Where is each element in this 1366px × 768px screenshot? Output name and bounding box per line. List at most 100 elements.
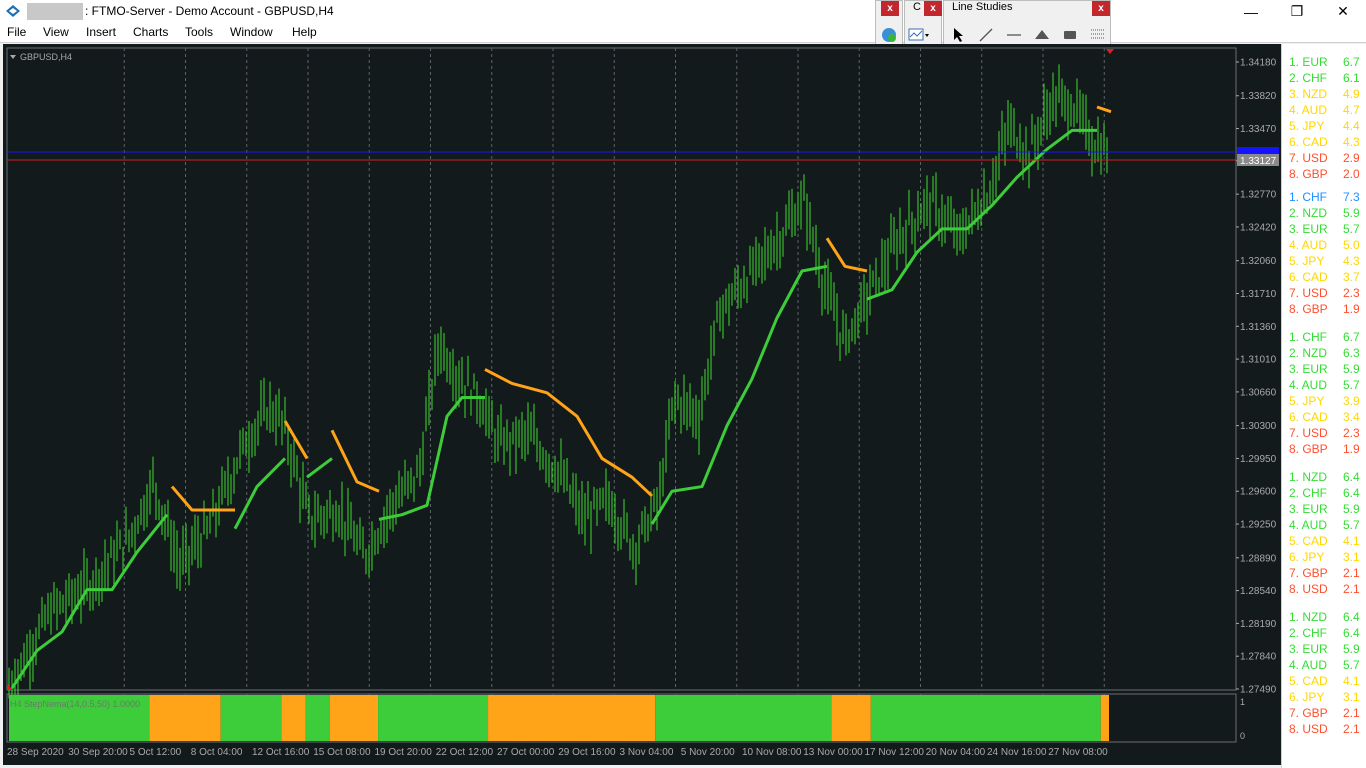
price-axis-label: 1.31360 [1240, 322, 1277, 333]
strength-row: 6. CAD 4.3 [1289, 135, 1360, 149]
strength-row: 1. NZD 6.4 [1289, 470, 1360, 484]
menu-view[interactable]: View [43, 25, 69, 39]
menu-insert[interactable]: Insert [86, 25, 116, 39]
strength-value: 2.1 [1343, 582, 1360, 596]
strength-currency: 1. EUR [1289, 55, 1328, 69]
chart-window[interactable]: 28 Sep 2020 30 Sep 20:00 5 Oct 12:00 8 Oct … [3, 44, 1281, 765]
strength-row: 2. CHF 6.1 [1289, 71, 1360, 85]
indicator-down-block [1100, 695, 1109, 741]
strength-row: 8. USD 2.1 [1289, 722, 1360, 736]
strength-currency: 6. CAD [1289, 270, 1328, 284]
fibonacci-icon[interactable] [1087, 25, 1109, 45]
metatrader-app-icon [6, 5, 20, 17]
toolbar-close-icon[interactable]: x [924, 1, 942, 16]
strength-currency: 3. NZD [1289, 87, 1328, 101]
strength-row: 3. NZD 4.9 [1289, 87, 1360, 101]
strength-row: 5. CAD 4.1 [1289, 534, 1360, 548]
horizontal-line-icon[interactable] [1003, 25, 1025, 45]
strength-value: 4.1 [1343, 534, 1360, 548]
menu-tools[interactable]: Tools [185, 25, 213, 39]
time-axis-label: 5 Oct 12:00 [130, 747, 182, 758]
strength-value: 2.0 [1343, 167, 1360, 181]
gbpusd-h4-chart[interactable]: 28 Sep 2020 30 Sep 20:00 5 Oct 12:00 8 Oct … [3, 44, 1281, 765]
indicator-up-block [220, 695, 282, 741]
strength-row: 3. EUR 5.9 [1289, 362, 1360, 376]
menu-help[interactable]: Help [292, 25, 317, 39]
triangle-icon[interactable] [1031, 25, 1053, 45]
time-axis-label: 27 Oct 00:00 [497, 747, 555, 758]
time-axis-label: 22 Oct 12:00 [436, 747, 494, 758]
market-watch-icon[interactable] [878, 25, 900, 45]
strength-currency: 8. GBP [1289, 442, 1328, 456]
strength-currency: 6. JPY [1289, 550, 1325, 564]
trendline-icon[interactable] [975, 25, 997, 45]
strength-currency: 4. AUD [1289, 238, 1328, 252]
price-axis-label: 1.28540 [1240, 586, 1277, 597]
strength-value: 5.9 [1343, 362, 1360, 376]
strength-row: 6. JPY 3.1 [1289, 550, 1360, 564]
strength-row: 8. GBP 1.9 [1289, 442, 1360, 456]
strength-value: 6.4 [1343, 486, 1360, 500]
price-axis-label: 1.32060 [1240, 256, 1277, 267]
strength-row: 7. GBP 2.1 [1289, 706, 1360, 720]
strength-value: 5.9 [1343, 206, 1360, 220]
time-axis-label: 3 Nov 04:00 [620, 747, 674, 758]
strength-value: 6.3 [1343, 346, 1360, 360]
rectangle-icon[interactable] [1059, 25, 1081, 45]
strength-value: 2.3 [1343, 286, 1360, 300]
strength-currency: 1. CHF [1289, 190, 1328, 204]
strength-value: 5.0 [1343, 238, 1360, 252]
strength-currency: 8. GBP [1289, 302, 1328, 316]
strength-value: 3.1 [1343, 550, 1360, 564]
time-axis-label: 27 Nov 08:00 [1048, 747, 1108, 758]
minimize-button[interactable]: — [1228, 0, 1274, 23]
strength-row: 4. AUD 4.7 [1289, 103, 1360, 117]
maximize-button[interactable]: ❐ [1274, 0, 1320, 23]
menu-file[interactable]: File [7, 25, 26, 39]
strength-row: 8. GBP 2.0 [1289, 167, 1360, 181]
strength-row: 5. JPY 3.9 [1289, 394, 1360, 408]
strength-row: 1. CHF 6.7 [1289, 330, 1360, 344]
strength-value: 1.9 [1343, 302, 1360, 316]
strength-value: 5.9 [1343, 502, 1360, 516]
strength-currency: 8. GBP [1289, 167, 1328, 181]
strength-row: 1. CHF 7.3 [1289, 190, 1360, 204]
strength-row: 7. GBP 2.1 [1289, 566, 1360, 580]
toolbar-close-icon[interactable]: x [1092, 1, 1110, 16]
strength-row: 4. AUD 5.7 [1289, 518, 1360, 532]
strength-currency: 5. JPY [1289, 394, 1325, 408]
strength-row: 6. CAD 3.4 [1289, 410, 1360, 424]
price-axis-label: 1.29250 [1240, 520, 1277, 531]
floating-toolbar-charts: C x [904, 0, 942, 45]
strength-row: 2. NZD 5.9 [1289, 206, 1360, 220]
indicator-up-block [378, 695, 489, 741]
strength-row: 8. GBP 1.9 [1289, 302, 1360, 316]
strength-currency: 2. CHF [1289, 626, 1328, 640]
time-axis-label: 15 Oct 08:00 [313, 747, 371, 758]
price-axis-label: 1.30300 [1240, 421, 1277, 432]
strength-value: 4.9 [1343, 87, 1360, 101]
menu-bar: File View Insert Charts Tools Window Hel… [0, 23, 1366, 43]
strength-currency: 3. EUR [1289, 362, 1328, 376]
strength-currency: 2. CHF [1289, 486, 1328, 500]
currency-strength-panel: 1. EUR 6.7 2. CHF 6.1 3. NZD 4.9 4. AUD 4.7 5. J… [1281, 44, 1366, 768]
time-axis-label: 30 Sep 20:00 [68, 747, 128, 758]
price-axis-label: 1.33470 [1240, 124, 1277, 135]
indicator-down-block [329, 695, 379, 741]
time-axis-label: 5 Nov 20:00 [681, 747, 735, 758]
indicator-scale-max: 1 [1240, 697, 1245, 707]
price-axis-label: 1.32420 [1240, 222, 1277, 233]
chart-type-icon[interactable] [908, 25, 930, 45]
strength-row: 8. USD 2.1 [1289, 582, 1360, 596]
strength-value: 4.1 [1343, 674, 1360, 688]
chart-symbol-label: GBPUSD,H4 [20, 52, 72, 62]
toolbar-close-icon[interactable]: x [881, 1, 899, 16]
close-button[interactable]: ✕ [1320, 0, 1366, 23]
strength-row: 7. USD 2.3 [1289, 426, 1360, 440]
menu-window[interactable]: Window [230, 25, 273, 39]
cursor-arrow-icon[interactable] [947, 25, 969, 45]
strength-row: 2. CHF 6.4 [1289, 626, 1360, 640]
strength-value: 3.4 [1343, 410, 1360, 424]
menu-charts[interactable]: Charts [133, 25, 168, 39]
strength-row: 3. EUR 5.9 [1289, 502, 1360, 516]
